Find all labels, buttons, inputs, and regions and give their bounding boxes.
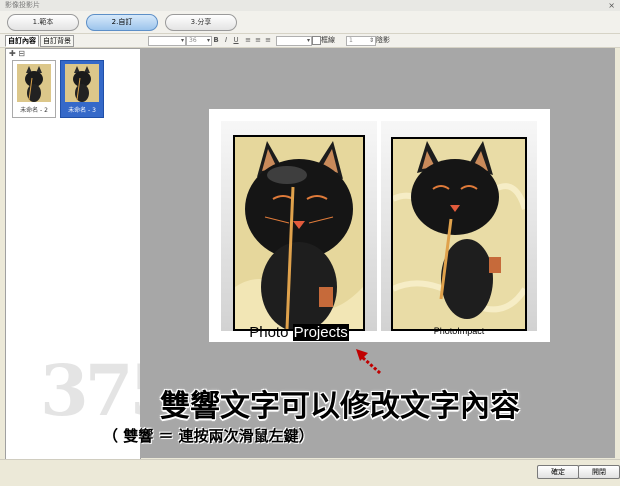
photo-card-right[interactable] (381, 121, 537, 331)
add-photo-icon[interactable]: ✚ (9, 49, 16, 58)
chevron-down-icon: ▾ (180, 37, 184, 44)
caption-text-right[interactable]: PhotoImpact (381, 326, 537, 336)
close-button[interactable]: 開閉 (578, 465, 620, 479)
thumbnail-image (17, 64, 51, 102)
align-left-icon[interactable]: ≡ (244, 36, 252, 44)
instruction-note: （ 雙響 ＝ 連按兩次滑鼠左鍵） (103, 427, 314, 445)
instruction-heading: 雙響文字可以修改文字內容 (160, 389, 520, 424)
caption-selected-word: Projects (292, 324, 349, 341)
photo-frame-right[interactable] (391, 137, 527, 331)
window-title: 影像投影片 (5, 1, 40, 9)
format-toolbar: 自訂內容 自訂背景 ▾ 36 ▾ B I U ≡ ≡ ≡ ▾ 框線 1 ⇕ 陰影 (0, 34, 620, 48)
cat-figurine-image (17, 64, 51, 102)
italic-button[interactable]: I (222, 36, 230, 44)
footer-bar: 確定 開閉 (0, 459, 620, 486)
thumbnail-caption: 未命名 - 3 (68, 107, 96, 114)
pointer-arrow-icon (356, 349, 381, 375)
panel-tabs: 自訂內容 自訂背景 (5, 35, 75, 47)
cat-figurine-image (235, 137, 363, 329)
step-share-button[interactable]: 3.分享 (165, 14, 237, 31)
photo-card-left[interactable] (221, 121, 377, 331)
step-customize-button[interactable]: 2.自訂 (86, 14, 158, 31)
caption-word: Photo (249, 324, 289, 341)
shadow-value: 1 (349, 37, 353, 44)
chevron-down-icon: ▾ (306, 37, 310, 44)
step-bar: 1.範本 2.自訂 3.分享 (0, 11, 620, 34)
border-label: 框線 (321, 36, 335, 44)
thumbnail-image (65, 64, 99, 102)
font-size-select[interactable]: 36 ▾ (186, 36, 212, 46)
caption-text-left[interactable]: Photo Projects (221, 324, 377, 341)
cat-figurine-image (65, 64, 99, 102)
close-icon[interactable]: × (608, 0, 615, 11)
panel-actions: ✚ ⊟ (9, 49, 25, 58)
photo-frame-left[interactable] (233, 135, 365, 331)
bold-button[interactable]: B (212, 36, 220, 44)
thumbnail-panel: ✚ ⊟ 未命名 - 2 未命名 - 3 375 (5, 48, 178, 460)
thumbnail-item[interactable]: 未命名 - 2 (12, 60, 56, 118)
align-center-icon[interactable]: ≡ (254, 36, 262, 44)
step-template-button[interactable]: 1.範本 (7, 14, 79, 31)
border-checkbox[interactable] (312, 36, 321, 45)
tab-custom-content[interactable]: 自訂內容 (5, 35, 39, 47)
chevron-down-icon: ▾ (206, 37, 210, 44)
thumbnail-item-selected[interactable]: 未命名 - 3 (60, 60, 104, 118)
tab-custom-background[interactable]: 自訂背景 (40, 35, 74, 47)
font-size-value: 36 (189, 37, 197, 44)
slide-page[interactable]: Photo Projects PhotoImpact (209, 109, 550, 342)
shadow-stepper[interactable]: 1 ⇕ (346, 36, 376, 46)
cat-figurine-image (393, 139, 525, 329)
stepper-icon: ⇕ (368, 37, 374, 44)
remove-photo-icon[interactable]: ⊟ (18, 49, 25, 58)
shadow-label: 陰影 (376, 36, 390, 44)
color-select[interactable]: ▾ (276, 36, 312, 46)
underline-button[interactable]: U (232, 36, 240, 44)
align-right-icon[interactable]: ≡ (264, 36, 272, 44)
thumbnail-caption: 未命名 - 2 (20, 107, 48, 114)
font-family-select[interactable]: ▾ (148, 36, 186, 46)
ok-button[interactable]: 確定 (537, 465, 579, 479)
